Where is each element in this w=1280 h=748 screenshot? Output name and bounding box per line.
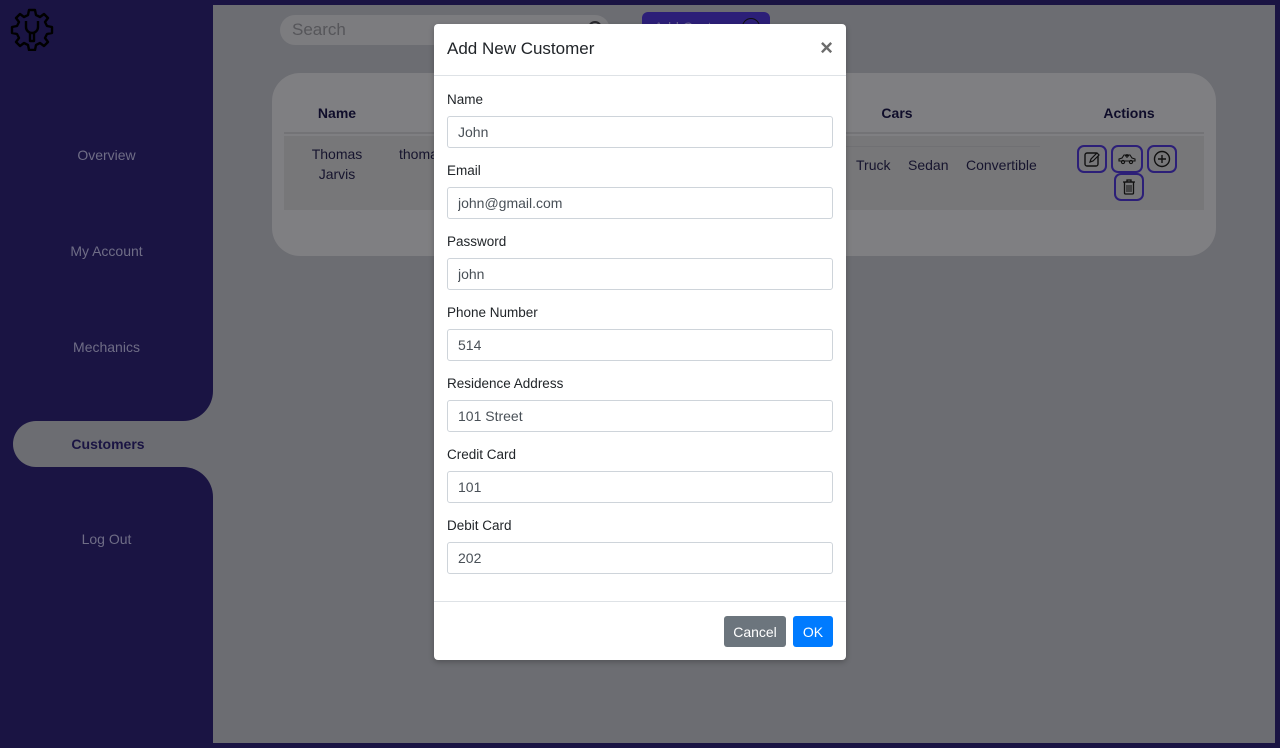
car-item: Sedan: [908, 157, 949, 173]
sidebar-item-overview[interactable]: Overview: [0, 132, 213, 178]
cancel-button[interactable]: Cancel: [724, 616, 786, 647]
add-circle-icon: [1153, 150, 1171, 168]
sidebar-item-label: Log Out: [81, 531, 132, 547]
sidebar-item-label: Overview: [77, 147, 136, 163]
address-field-group: Residence Address: [447, 376, 833, 447]
modal-header: Add New Customer ×: [434, 24, 846, 76]
sidebar-item-mechanics[interactable]: Mechanics: [0, 324, 213, 370]
sidebar-item-label: My Account: [70, 243, 143, 259]
sidebar-item-customers[interactable]: Customers: [13, 421, 213, 467]
add-customer-modal: Add New Customer × Name Email Password P…: [434, 24, 846, 660]
trash-icon: [1123, 179, 1135, 195]
add-car-icon: [1118, 154, 1136, 165]
name-input[interactable]: [447, 116, 833, 148]
phone-field-group: Phone Number: [447, 305, 833, 376]
column-header-cars: Cars: [881, 105, 913, 121]
password-field-group: Password: [447, 234, 833, 305]
car-item: Truck: [856, 157, 891, 173]
active-tab-curve: [183, 391, 213, 421]
modal-footer: Cancel OK: [434, 601, 846, 660]
sidebar: Overview My Account Mechanics Customers …: [0, 0, 213, 748]
sidebar-item-label: Customers: [71, 436, 145, 452]
car-item: Convertible: [966, 157, 1037, 173]
address-label: Residence Address: [447, 376, 564, 391]
modal-body: Name Email Password Phone Number Residen…: [434, 76, 846, 589]
sidebar-item-log-out[interactable]: Log Out: [0, 516, 213, 562]
modal-title: Add New Customer: [447, 39, 595, 58]
credit-card-label: Credit Card: [447, 447, 517, 462]
column-header-name: Name: [317, 105, 357, 121]
address-input[interactable]: [447, 400, 833, 432]
sidebar-item-my-account[interactable]: My Account: [0, 228, 213, 274]
search-placeholder: Search: [292, 20, 346, 39]
name-field-group: Name: [447, 92, 833, 163]
password-label: Password: [447, 234, 507, 249]
debit-card-input[interactable]: [447, 542, 833, 574]
close-icon[interactable]: ×: [820, 37, 833, 59]
email-field-group: Email: [447, 163, 833, 234]
edit-icon: [1084, 152, 1100, 167]
gear-wrench-icon: [10, 8, 54, 51]
edit-button[interactable]: [1077, 145, 1107, 173]
password-input[interactable]: [447, 258, 833, 290]
add-car-button[interactable]: [1111, 145, 1143, 173]
active-tab-curve: [183, 467, 213, 497]
credit-card-input[interactable]: [447, 471, 833, 503]
ok-button[interactable]: OK: [793, 616, 833, 647]
add-button[interactable]: [1147, 145, 1177, 173]
debit-card-label: Debit Card: [447, 518, 512, 533]
debit-card-field-group: Debit Card: [447, 518, 833, 589]
delete-button[interactable]: [1114, 173, 1144, 201]
email-input[interactable]: [447, 187, 833, 219]
customer-name: Thomas Jarvis: [311, 146, 363, 182]
phone-input[interactable]: [447, 329, 833, 361]
customer-email: thoma: [399, 146, 438, 162]
email-label: Email: [447, 163, 481, 178]
name-label: Name: [447, 92, 484, 107]
phone-label: Phone Number: [447, 305, 538, 320]
column-header-actions: Actions: [1103, 105, 1155, 121]
sidebar-item-label: Mechanics: [73, 339, 140, 355]
credit-card-field-group: Credit Card: [447, 447, 833, 518]
